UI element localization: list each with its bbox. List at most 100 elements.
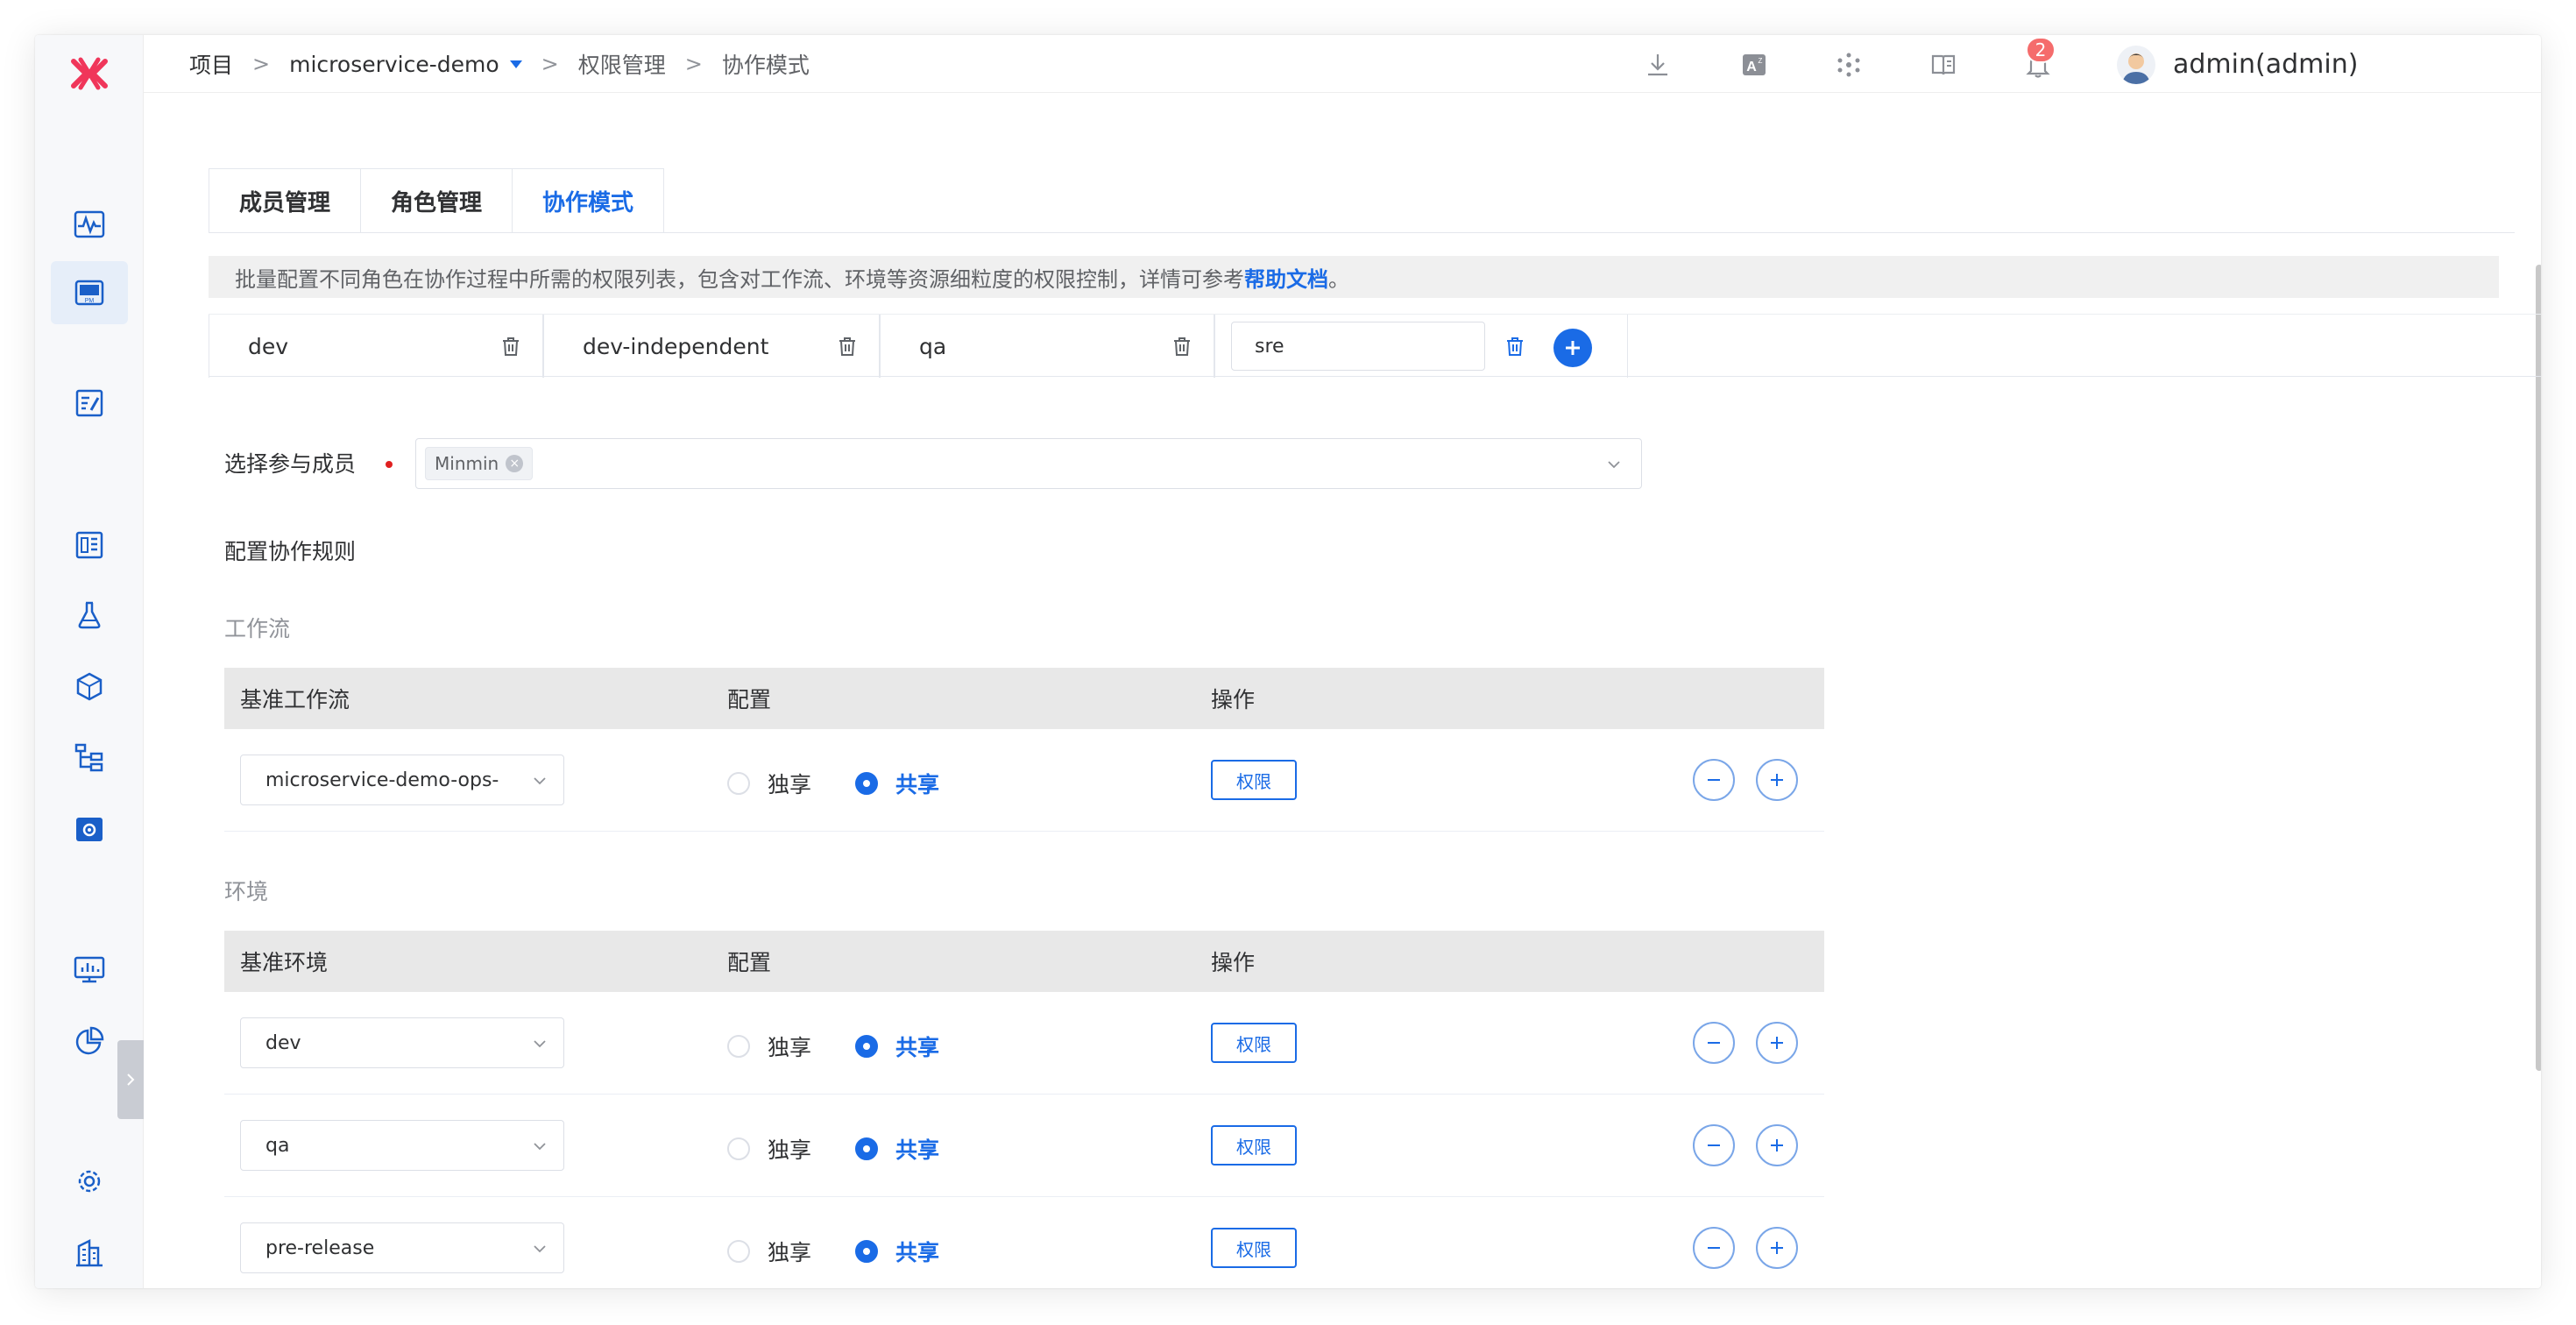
role-name: qa: [919, 333, 947, 359]
pulse-icon[interactable]: [51, 193, 128, 256]
minus-icon: [1708, 1144, 1720, 1146]
workflow-group-title: 工作流: [224, 616, 291, 641]
info-notice: 批量配置不同角色在协作过程中所需的权限列表，包含对工作流、环境等资源细粒度的权限…: [209, 256, 2499, 298]
svg-text:Z: Z: [1759, 57, 1763, 65]
role-name-input[interactable]: sre: [1231, 322, 1485, 371]
package-icon[interactable]: [51, 655, 128, 719]
permission-button[interactable]: 权限: [1211, 1023, 1297, 1063]
remove-row-button[interactable]: [1693, 1022, 1735, 1064]
chevron-down-icon: [1608, 461, 1620, 469]
minus-icon: [1708, 1247, 1720, 1249]
trash-icon[interactable]: [830, 329, 865, 364]
members-select[interactable]: Minmin ×: [415, 438, 1642, 489]
members-label: 选择参与成员: [224, 451, 357, 477]
radio-circle: [855, 1240, 878, 1263]
permission-button[interactable]: 权限: [1211, 760, 1297, 800]
permission-button[interactable]: 权限: [1211, 1228, 1297, 1268]
role-tab-dev[interactable]: dev: [209, 315, 543, 378]
tab-roles[interactable]: 角色管理: [360, 168, 513, 233]
env-group-title: 环境: [224, 879, 269, 904]
add-row-button[interactable]: [1756, 1227, 1798, 1269]
book-icon[interactable]: [1926, 47, 1961, 82]
trash-icon[interactable]: [493, 329, 528, 364]
building-icon[interactable]: [51, 1222, 128, 1285]
collab-roles-row: dev dev-independent qa sre: [209, 314, 2541, 378]
dashboard-icon[interactable]: [51, 514, 128, 577]
app-window: PM 项目 > microservice-demo > 权限管理 > 协作模式 …: [35, 35, 2541, 1288]
minus-icon: [1708, 1042, 1720, 1044]
monitor-icon[interactable]: [51, 938, 128, 1001]
radio-label: 共享: [895, 1137, 940, 1163]
caret-down-icon[interactable]: [509, 60, 522, 68]
trash-icon[interactable]: [1164, 329, 1200, 364]
remove-row-button[interactable]: [1693, 1124, 1735, 1166]
username[interactable]: admin(admin): [2173, 35, 2358, 93]
sidebar-expand-handle[interactable]: [117, 1040, 144, 1119]
notice-text: 批量配置不同角色在协作过程中所需的权限列表，包含对工作流、环境等资源细粒度的权限…: [235, 266, 1244, 292]
env-select[interactable]: qa: [240, 1120, 564, 1171]
radio-shared[interactable]: 共享: [855, 768, 939, 799]
add-row-button[interactable]: [1756, 1022, 1798, 1064]
pie-chart-icon[interactable]: [51, 1010, 128, 1073]
column-header: 配置: [727, 687, 772, 712]
translate-icon[interactable]: AZ: [1737, 47, 1772, 82]
logo-icon[interactable]: [63, 47, 116, 100]
chevron-down-icon: [534, 777, 546, 785]
settings-box-icon[interactable]: [51, 797, 128, 861]
close-icon[interactable]: ×: [506, 455, 524, 472]
radio-shared[interactable]: 共享: [855, 1236, 939, 1267]
breadcrumb-permission[interactable]: 权限管理: [578, 48, 666, 80]
main-content: 成员管理 角色管理 协作模式 批量配置不同角色在协作过程中所需的权限列表，包含对…: [144, 93, 2541, 1288]
radio-shared[interactable]: 共享: [855, 1031, 939, 1062]
plus-icon: [1771, 1037, 1783, 1049]
trash-icon[interactable]: [1497, 329, 1532, 364]
column-header: 操作: [1211, 950, 1256, 975]
radio-exclusive[interactable]: 独享: [727, 1031, 811, 1062]
role-tab-dev-independent[interactable]: dev-independent: [543, 315, 880, 378]
env-select-value: dev: [265, 1031, 301, 1054]
notice-suffix: 。: [1328, 266, 1349, 292]
role-name: dev: [248, 333, 289, 359]
add-row-button[interactable]: [1756, 759, 1798, 801]
flask-icon[interactable]: [51, 584, 128, 647]
radio-exclusive[interactable]: 独享: [727, 1133, 811, 1165]
chevron-right-icon: [127, 1073, 135, 1086]
pm-icon[interactable]: PM: [51, 261, 128, 324]
add-role-button[interactable]: [1553, 329, 1592, 367]
env-select[interactable]: pre-release: [240, 1222, 564, 1273]
remove-row-button[interactable]: [1693, 759, 1735, 801]
column-header: 基准环境: [240, 950, 329, 975]
env-select-value: pre-release: [265, 1236, 375, 1259]
radio-exclusive[interactable]: 独享: [727, 768, 811, 799]
radio-exclusive[interactable]: 独享: [727, 1236, 811, 1267]
help-doc-link[interactable]: 帮助文档: [1244, 262, 1328, 293]
radio-label: 独享: [768, 1240, 812, 1265]
radio-shared[interactable]: 共享: [855, 1133, 939, 1165]
env-select[interactable]: dev: [240, 1017, 564, 1068]
workflow-select[interactable]: microservice-demo-ops-: [240, 755, 564, 805]
breadcrumb-separator: >: [684, 52, 703, 76]
remove-row-button[interactable]: [1693, 1227, 1735, 1269]
plus-icon: [1566, 341, 1580, 355]
tab-collaboration[interactable]: 协作模式: [512, 168, 665, 233]
gear-icon[interactable]: [51, 1150, 128, 1213]
tab-members[interactable]: 成员管理: [209, 168, 361, 233]
add-row-button[interactable]: [1756, 1124, 1798, 1166]
role-tab-qa[interactable]: qa: [880, 315, 1214, 378]
radio-label: 独享: [768, 1035, 812, 1060]
edit-doc-icon[interactable]: [51, 372, 128, 435]
permission-button[interactable]: 权限: [1211, 1125, 1297, 1166]
cluster-icon[interactable]: [1831, 47, 1866, 82]
member-tag: Minmin ×: [425, 447, 534, 480]
vertical-scrollbar[interactable]: [2536, 265, 2541, 1071]
notification-badge: 2: [2026, 37, 2056, 63]
rules-title: 配置协作规则: [224, 539, 357, 564]
tree-icon[interactable]: [51, 726, 128, 789]
column-header: 操作: [1211, 687, 1256, 712]
breadcrumb-project[interactable]: 项目: [189, 48, 233, 80]
breadcrumb-project-name[interactable]: microservice-demo: [289, 52, 499, 77]
chevron-down-icon: [534, 1245, 546, 1253]
avatar[interactable]: [2117, 46, 2155, 84]
breadcrumb-separator: >: [252, 52, 271, 76]
download-icon[interactable]: [1640, 47, 1675, 82]
